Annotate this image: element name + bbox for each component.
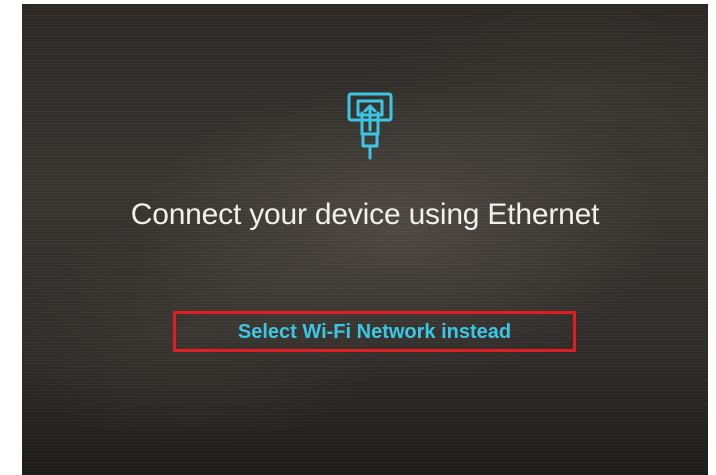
device-screen [22, 4, 708, 475]
photo-frame: Connect your device using Ethernet Selec… [0, 0, 716, 475]
select-wifi-network-label: Select Wi-Fi Network instead [237, 320, 512, 343]
select-wifi-network-link[interactable]: Select Wi-Fi Network instead [173, 311, 576, 352]
page-title: Connect your device using Ethernet [130, 198, 600, 231]
ethernet-cable-icon [344, 90, 396, 162]
